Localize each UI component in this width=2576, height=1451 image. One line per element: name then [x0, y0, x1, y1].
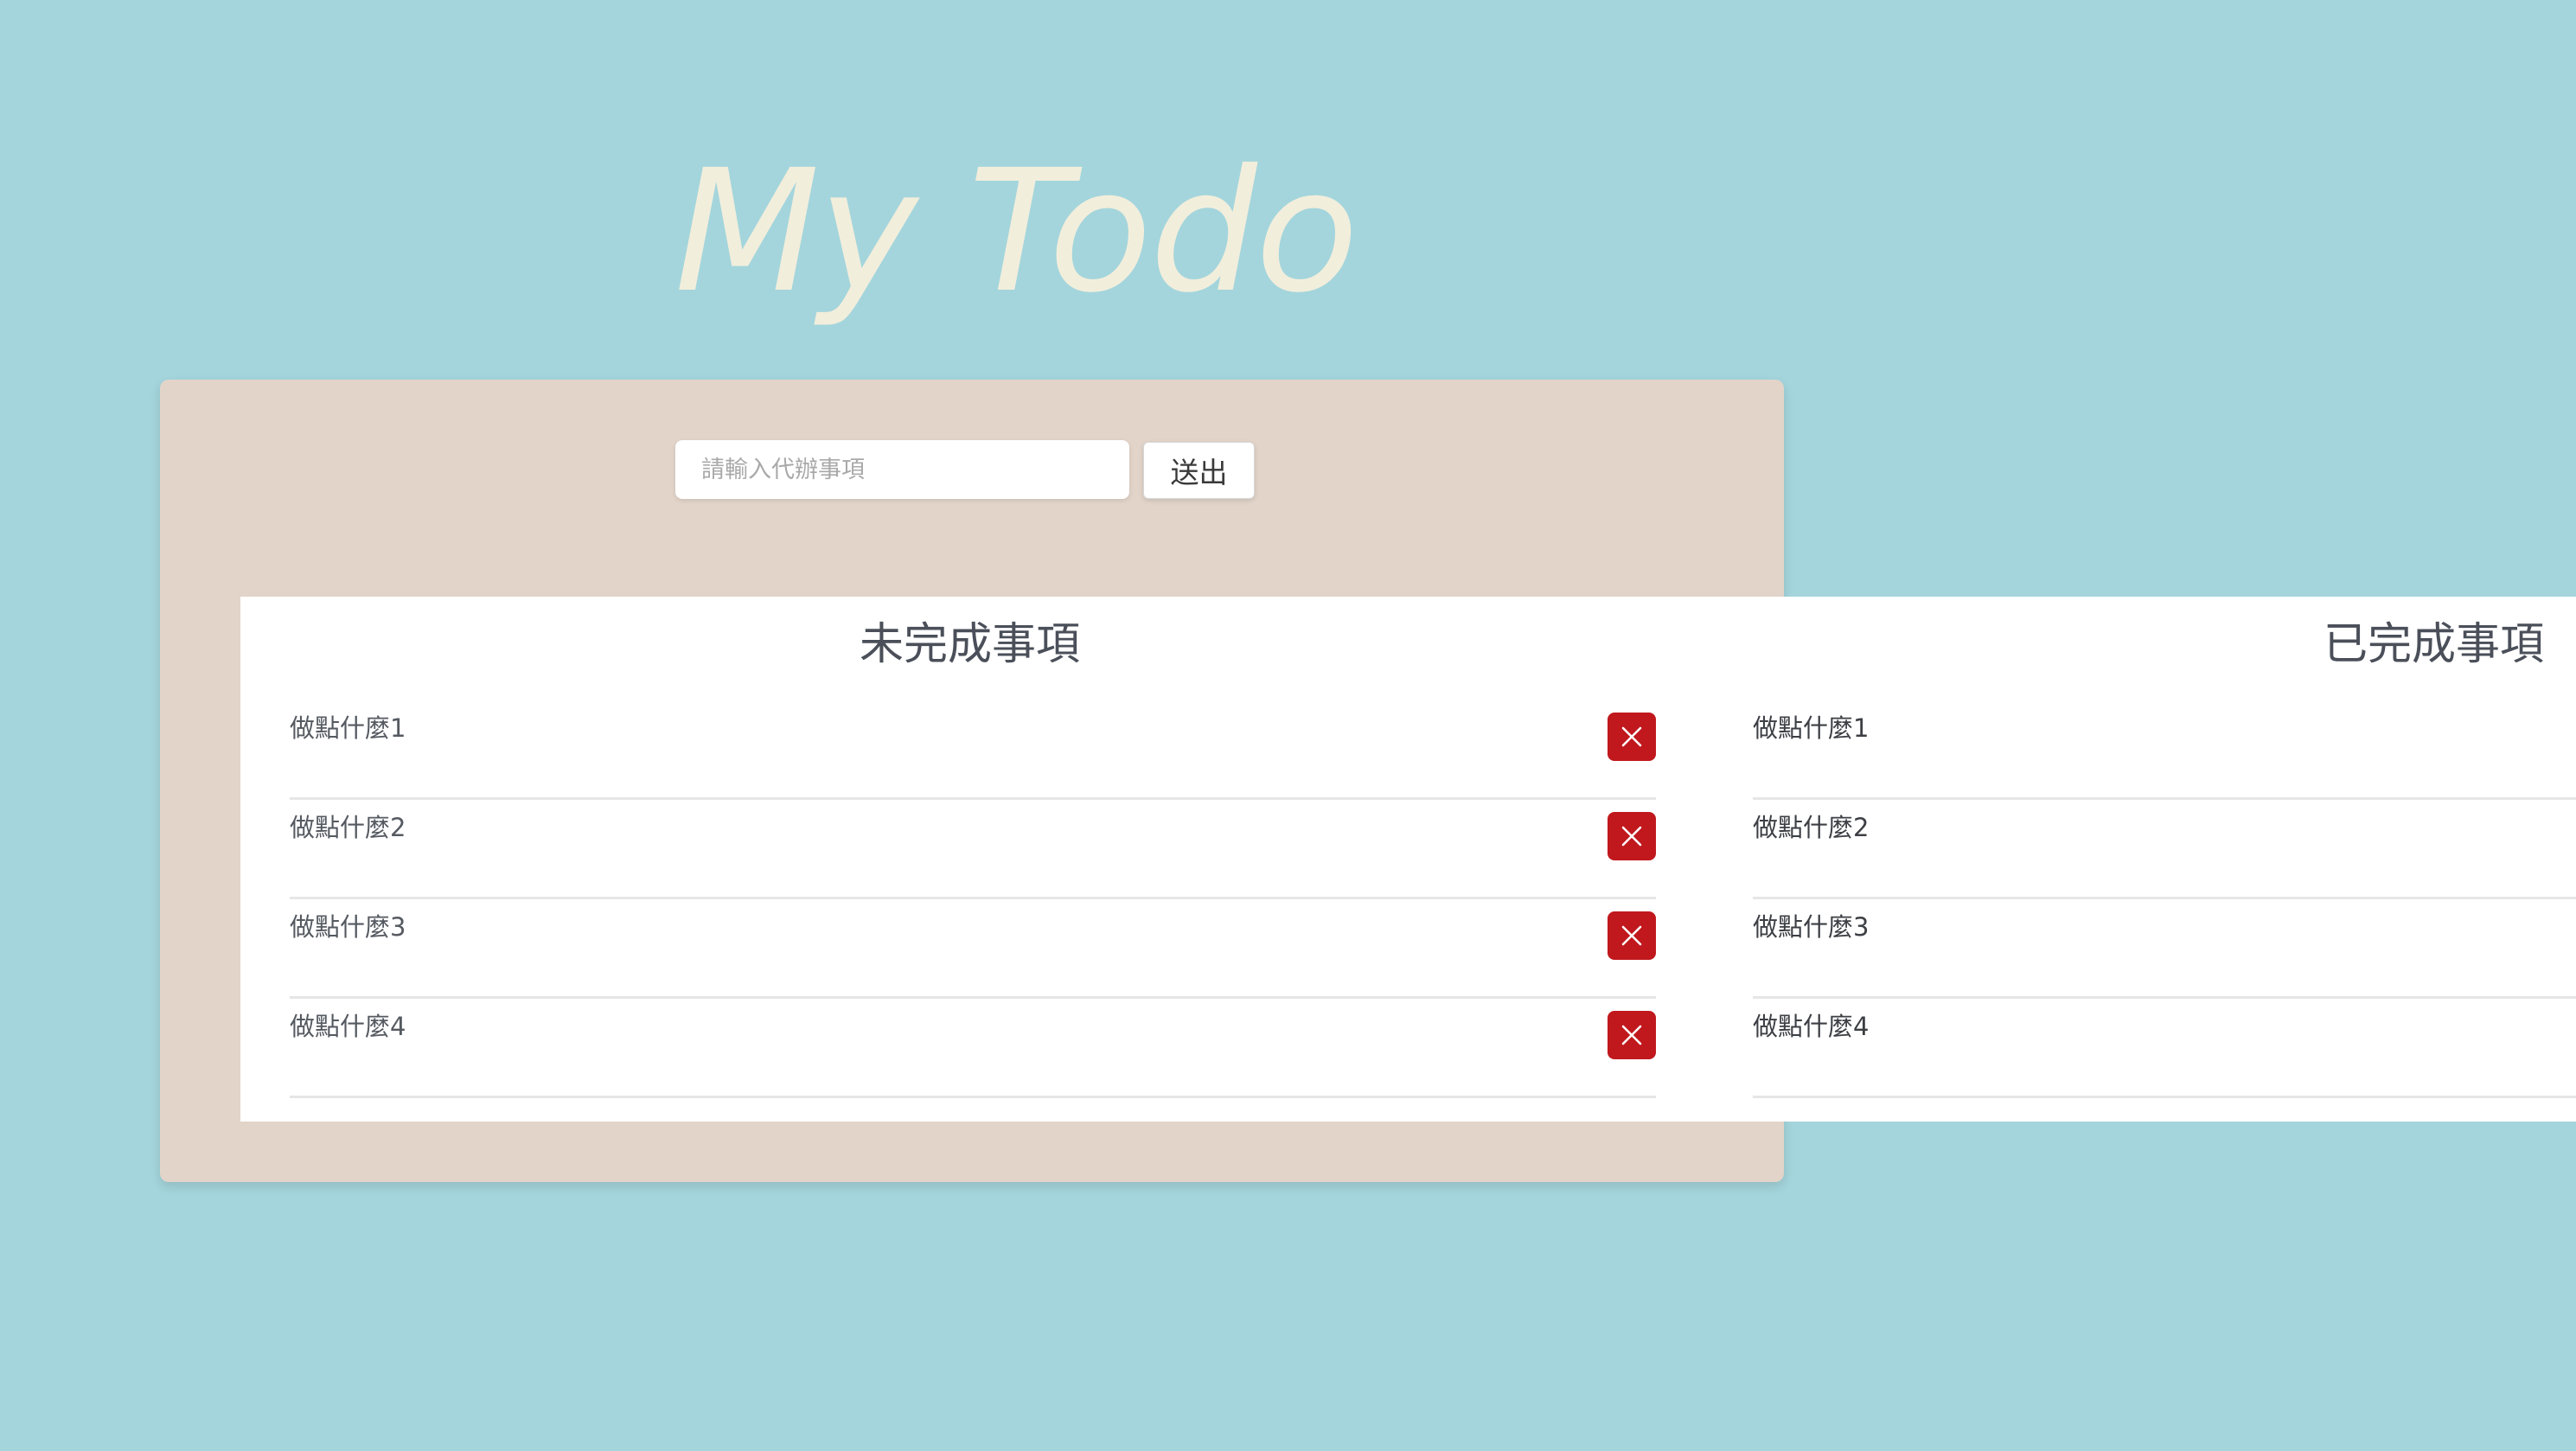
completed-heading: 已完成事項: [2324, 619, 2545, 670]
pending-list: 做點什麼1 做點什麼2 做點什麼3 做點什麼4: [290, 700, 1656, 1098]
close-icon: [1621, 1025, 1642, 1045]
completed-item-text: 做點什麼3: [1753, 912, 1870, 942]
delete-button[interactable]: [1608, 1011, 1656, 1059]
delete-button[interactable]: [1608, 812, 1656, 860]
pending-item[interactable]: 做點什麼3: [290, 899, 1656, 999]
completed-item[interactable]: 做點什麼1: [1753, 700, 2576, 800]
pending-item-text: 做點什麼3: [290, 912, 406, 942]
completed-item[interactable]: 做點什麼2: [1753, 800, 2576, 899]
pending-item[interactable]: 做點什麼2: [290, 800, 1656, 899]
close-icon: [1621, 726, 1642, 747]
close-icon: [1621, 925, 1642, 946]
pending-heading: 未完成事項: [860, 619, 1081, 670]
delete-button[interactable]: [1608, 713, 1656, 761]
completed-item-text: 做點什麼2: [1753, 813, 1870, 842]
completed-item[interactable]: 做點什麼4: [1753, 999, 2576, 1098]
pending-item-text: 做點什麼2: [290, 813, 406, 842]
completed-item-text: 做點什麼1: [1753, 713, 1870, 743]
delete-button[interactable]: [1608, 911, 1656, 960]
completed-list: 做點什麼1 做點什麼2 做點什麼3 做點什麼4: [1753, 700, 2576, 1098]
pending-item-text: 做點什麼4: [290, 1012, 406, 1041]
pending-item[interactable]: 做點什麼4: [290, 999, 1656, 1098]
app-title: My Todo: [674, 133, 1358, 329]
completed-item[interactable]: 做點什麼3: [1753, 899, 2576, 999]
todo-input[interactable]: [675, 440, 1129, 499]
submit-button[interactable]: 送出: [1143, 442, 1255, 499]
close-icon: [1621, 826, 1642, 847]
pending-item[interactable]: 做點什麼1: [290, 700, 1656, 800]
completed-item-text: 做點什麼4: [1753, 1012, 1870, 1041]
pending-item-text: 做點什麼1: [290, 713, 406, 743]
